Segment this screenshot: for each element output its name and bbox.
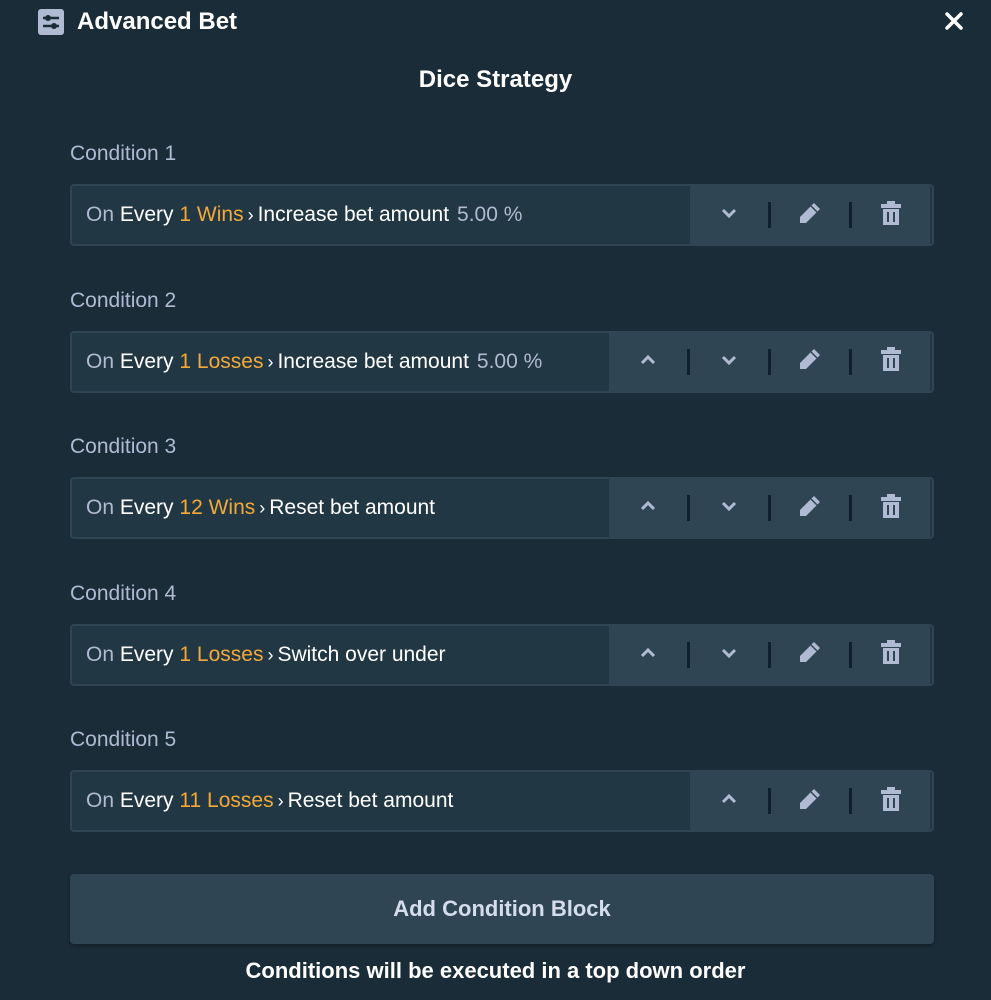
condition-label: Condition 2 <box>70 288 177 312</box>
on-text: On <box>86 203 115 226</box>
chevron-up-icon <box>720 792 738 810</box>
close-icon <box>945 12 963 30</box>
on-text: On <box>86 349 115 373</box>
every-text: Every <box>119 642 174 666</box>
edit-button[interactable] <box>771 186 849 244</box>
strategy-title: Dice Strategy <box>418 66 573 93</box>
condition-actions <box>690 772 930 830</box>
action-value: 5.00 % <box>457 203 523 226</box>
condition-block: On Every 11 Losses › Reset bet amount <box>70 770 934 832</box>
every-text: Every <box>119 496 174 519</box>
chevron-right-icon: › <box>247 205 254 225</box>
condition-label: Condition 5 <box>70 728 177 751</box>
chevron-down-icon <box>720 206 738 224</box>
edit-button[interactable] <box>771 333 849 391</box>
trash-icon <box>879 346 903 377</box>
delete-button[interactable] <box>852 186 930 244</box>
condition-block: On Every 1 Losses › Increase bet amount 5.0… <box>70 330 934 393</box>
condition-summary: On Every 1 Losses › Increase bet amount 5.0… <box>86 333 542 391</box>
condition-block: On Every 12 Wins › Reset bet amount <box>70 477 934 539</box>
chevron-right-icon: › <box>259 498 266 518</box>
delete-button[interactable] <box>852 772 930 830</box>
trash-icon <box>879 639 903 670</box>
delete-button[interactable] <box>852 333 930 391</box>
action-text: Increase bet amount <box>277 349 469 373</box>
chevron-right-icon: › <box>277 791 284 811</box>
every-text: Every <box>119 203 174 226</box>
condition-summary: On Every 1 Losses › Switch over under <box>86 626 446 684</box>
chevron-right-icon: › <box>267 644 274 665</box>
pencil-icon <box>797 200 823 231</box>
condition-label: Condition 4 <box>70 581 177 605</box>
chevron-up-icon <box>639 353 657 371</box>
chevron-down-icon <box>720 499 738 517</box>
sliders-icon <box>38 9 64 35</box>
condition-actions <box>609 625 930 684</box>
pencil-icon <box>797 786 823 817</box>
on-text: On <box>86 496 115 519</box>
condition-actions <box>690 186 930 244</box>
action-text: Switch over under <box>277 642 446 666</box>
action-value: 5.00 % <box>476 349 543 373</box>
every-text: Every <box>119 349 174 373</box>
pencil-icon <box>797 639 823 670</box>
move-down-button[interactable] <box>690 479 768 537</box>
move-up-button[interactable] <box>609 626 687 684</box>
close-button[interactable] <box>943 10 965 32</box>
trash-icon <box>879 493 903 524</box>
trigger-count: 1 Losses <box>179 642 264 666</box>
action-text: Reset bet amount <box>287 789 454 812</box>
move-down-button[interactable] <box>690 186 768 244</box>
chevron-up-icon <box>639 646 657 664</box>
delete-button[interactable] <box>852 626 930 684</box>
add-condition-button[interactable]: Add Condition Block <box>70 874 934 944</box>
chevron-up-icon <box>639 499 657 517</box>
condition-summary: On Every 1 Wins › Increase bet amount 5.00 … <box>86 186 522 244</box>
on-text: On <box>86 789 115 812</box>
move-down-button[interactable] <box>690 626 768 684</box>
footer-note: Conditions will be executed in a top dow… <box>245 958 746 983</box>
modal-title: Advanced Bet <box>77 8 238 35</box>
pencil-icon <box>797 493 823 524</box>
edit-button[interactable] <box>771 479 849 537</box>
edit-button[interactable] <box>771 626 849 684</box>
edit-button[interactable] <box>771 772 849 830</box>
move-up-button[interactable] <box>609 333 687 391</box>
on-text: On <box>86 642 115 666</box>
chevron-down-icon <box>720 646 738 664</box>
action-text: Increase bet amount <box>257 203 450 226</box>
condition-block: On Every 1 Wins › Increase bet amount 5.00 … <box>70 184 934 246</box>
condition-label: Condition 1 <box>70 142 177 165</box>
condition-actions <box>609 332 930 391</box>
condition-actions <box>609 479 930 537</box>
trash-icon <box>879 786 903 817</box>
every-text: Every <box>119 789 174 812</box>
chevron-down-icon <box>720 353 738 371</box>
pencil-icon <box>797 346 823 377</box>
trigger-count: 1 Losses <box>179 349 264 373</box>
condition-block: On Every 1 Losses › Switch over under <box>70 623 934 686</box>
delete-button[interactable] <box>852 479 930 537</box>
trigger-count: 1 Wins <box>179 203 244 226</box>
move-down-button[interactable] <box>690 333 768 391</box>
chevron-right-icon: › <box>267 351 274 372</box>
condition-summary: On Every 12 Wins › Reset bet amount <box>86 479 435 537</box>
trigger-count: 12 Wins <box>179 496 256 519</box>
trigger-count: 11 Losses <box>179 789 274 812</box>
condition-summary: On Every 11 Losses › Reset bet amount <box>86 772 453 830</box>
trash-icon <box>879 200 903 231</box>
move-up-button[interactable] <box>609 479 687 537</box>
condition-label: Condition 3 <box>70 435 177 458</box>
move-up-button[interactable] <box>690 772 768 830</box>
action-text: Reset bet amount <box>269 496 436 519</box>
modal-header: Advanced Bet <box>38 8 237 36</box>
